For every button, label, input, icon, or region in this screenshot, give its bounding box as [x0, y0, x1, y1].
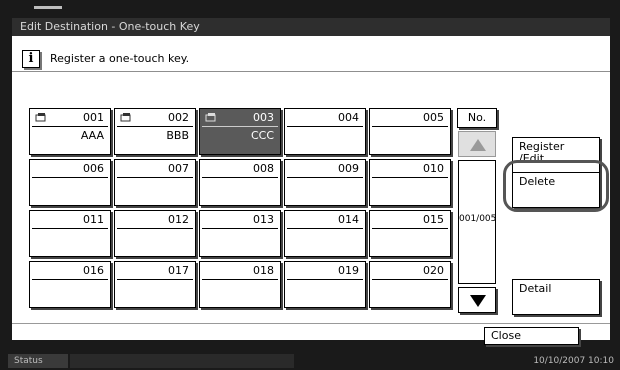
- one-touch-key-011[interactable]: 011: [29, 210, 111, 257]
- key-divider: [372, 177, 448, 178]
- close-button[interactable]: Close: [484, 327, 579, 345]
- key-number: 010: [423, 162, 444, 175]
- one-touch-key-001[interactable]: 001 AAA: [29, 108, 111, 155]
- key-number: 019: [338, 264, 359, 277]
- one-touch-key-020[interactable]: 020: [369, 261, 451, 308]
- one-touch-key-007[interactable]: 007: [114, 159, 196, 206]
- key-divider: [202, 177, 278, 178]
- group-icon: [35, 113, 46, 122]
- key-number: 006: [83, 162, 104, 175]
- status-message-area: [70, 354, 294, 368]
- key-number: 013: [253, 213, 274, 226]
- key-divider: [117, 228, 193, 229]
- key-divider: [32, 279, 108, 280]
- one-touch-key-012[interactable]: 012: [114, 210, 196, 257]
- key-divider: [32, 126, 108, 127]
- key-divider: [287, 279, 363, 280]
- key-number: 003: [253, 111, 274, 124]
- number-button[interactable]: No.: [457, 108, 497, 128]
- one-touch-key-003[interactable]: 003 CCC: [199, 108, 281, 155]
- scroll-down-button[interactable]: [458, 287, 496, 313]
- delete-highlight-ring: [503, 160, 609, 212]
- one-touch-key-017[interactable]: 017: [114, 261, 196, 308]
- key-number: 008: [253, 162, 274, 175]
- window-title: Edit Destination - One-touch Key: [12, 18, 610, 36]
- key-number: 017: [168, 264, 189, 277]
- status-label[interactable]: Status: [8, 354, 68, 368]
- key-number: 014: [338, 213, 359, 226]
- key-number: 001: [83, 111, 104, 124]
- message-bar: i Register a one-touch key.: [12, 46, 610, 72]
- key-divider: [287, 177, 363, 178]
- key-name: CCC: [250, 129, 274, 142]
- up-arrow-icon: [470, 139, 486, 151]
- status-datetime: 10/10/2007 10:10: [533, 356, 614, 366]
- one-touch-key-006[interactable]: 006: [29, 159, 111, 206]
- one-touch-key-010[interactable]: 010: [369, 159, 451, 206]
- key-number: 012: [168, 213, 189, 226]
- key-divider: [202, 126, 278, 127]
- key-divider: [32, 177, 108, 178]
- one-touch-key-009[interactable]: 009: [284, 159, 366, 206]
- one-touch-key-015[interactable]: 015: [369, 210, 451, 257]
- one-touch-key-002[interactable]: 002 BBB: [114, 108, 196, 155]
- one-touch-key-004[interactable]: 004: [284, 108, 366, 155]
- key-divider: [287, 126, 363, 127]
- bezel-tab: [34, 6, 62, 9]
- one-touch-key-005[interactable]: 005: [369, 108, 451, 155]
- key-number: 007: [168, 162, 189, 175]
- message-text: Register a one-touch key.: [50, 52, 190, 65]
- key-divider: [372, 279, 448, 280]
- key-number: 011: [83, 213, 104, 226]
- down-arrow-icon: [470, 295, 486, 307]
- key-divider: [287, 228, 363, 229]
- key-number: 018: [253, 264, 274, 277]
- key-number: 009: [338, 162, 359, 175]
- key-divider: [117, 279, 193, 280]
- key-number: 015: [423, 213, 444, 226]
- one-touch-key-016[interactable]: 016: [29, 261, 111, 308]
- key-name: BBB: [166, 129, 189, 142]
- info-icon: i: [22, 50, 40, 68]
- key-divider: [202, 279, 278, 280]
- key-divider: [117, 177, 193, 178]
- detail-button[interactable]: Detail: [512, 279, 600, 315]
- one-touch-key-014[interactable]: 014: [284, 210, 366, 257]
- key-number: 004: [338, 111, 359, 124]
- key-number: 002: [168, 111, 189, 124]
- group-icon: [205, 113, 216, 122]
- key-divider: [117, 126, 193, 127]
- one-touch-key-018[interactable]: 018: [199, 261, 281, 308]
- status-bar: Status 10/10/2007 10:10: [0, 352, 620, 370]
- key-number: 020: [423, 264, 444, 277]
- key-divider: [202, 228, 278, 229]
- one-touch-key-013[interactable]: 013: [199, 210, 281, 257]
- key-name: AAA: [80, 129, 104, 142]
- key-number: 016: [83, 264, 104, 277]
- one-touch-key-019[interactable]: 019: [284, 261, 366, 308]
- scroll-up-button[interactable]: [458, 131, 496, 157]
- key-divider: [372, 126, 448, 127]
- page-counter: 001/005: [459, 214, 497, 224]
- key-divider: [372, 228, 448, 229]
- page-indicator: 001/005: [458, 160, 496, 284]
- key-divider: [32, 228, 108, 229]
- group-icon: [120, 113, 131, 122]
- one-touch-key-008[interactable]: 008: [199, 159, 281, 206]
- key-number: 005: [423, 111, 444, 124]
